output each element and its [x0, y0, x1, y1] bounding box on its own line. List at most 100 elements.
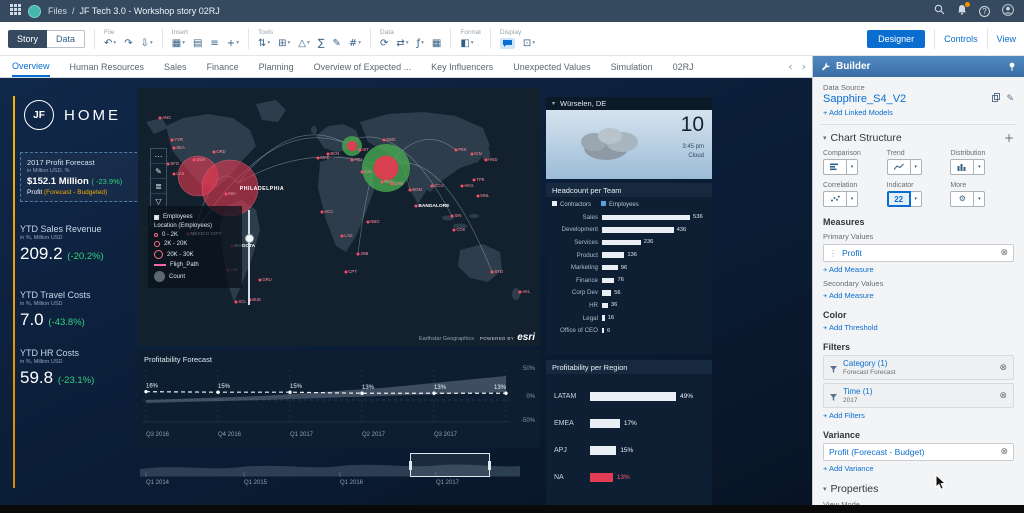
city-marker[interactable]: [431, 185, 434, 188]
histogram-icon[interactable]: [950, 159, 974, 175]
city-marker[interactable]: [359, 149, 362, 152]
chart-type-correlation[interactable]: Correlation ▾: [823, 182, 887, 207]
tab-scroll-left-icon[interactable]: ‹: [788, 61, 792, 72]
shapes-icon[interactable]: △▾: [298, 38, 309, 49]
tab-finance[interactable]: Finance: [207, 57, 239, 76]
kpi-travel-costs[interactable]: YTD Travel Costs in %, Million USD 7.0 (…: [20, 290, 140, 330]
chart-type-comparison[interactable]: Comparison ▾: [823, 150, 887, 175]
insert-text-icon[interactable]: ≡: [210, 38, 218, 49]
city-marker[interactable]: [225, 193, 228, 196]
map-edit-icon[interactable]: ✎: [151, 164, 166, 179]
help-icon[interactable]: ?: [979, 6, 990, 17]
kpi-hr-costs[interactable]: YTD HR Costs in %, Million USD 59.8 (-23…: [20, 348, 140, 388]
city-marker[interactable]: [409, 189, 412, 192]
city-marker[interactable]: [351, 159, 354, 162]
tab-overview[interactable]: Overview: [12, 56, 50, 77]
filter-token-time[interactable]: Time (1) 2017 ⊗: [823, 383, 1014, 408]
line-chart-icon[interactable]: [887, 159, 911, 175]
city-marker[interactable]: [391, 183, 394, 186]
map-more-icon[interactable]: ⋯: [151, 149, 166, 164]
city-marker[interactable]: [321, 211, 324, 214]
legend-checkbox[interactable]: [154, 215, 159, 220]
tab-scroll-right-icon[interactable]: ›: [802, 61, 806, 72]
filter-token-category[interactable]: Category (1) Forecast Forecast ⊗: [823, 355, 1014, 380]
pin-icon[interactable]: [1008, 59, 1016, 75]
chart-structure-section[interactable]: ▾ Chart Structure +: [823, 132, 1014, 144]
dropdown-icon[interactable]: ▾: [974, 191, 985, 207]
city-marker[interactable]: [455, 149, 458, 152]
city-marker[interactable]: [357, 253, 360, 256]
designer-button[interactable]: Designer: [867, 30, 925, 48]
chart-type-more[interactable]: More ⚙▾: [950, 182, 1014, 207]
city-marker[interactable]: [171, 139, 174, 142]
collapse-caret-icon[interactable]: ▾: [823, 134, 827, 142]
remove-icon[interactable]: ⊗: [1000, 447, 1008, 457]
story-tab-button[interactable]: Story: [8, 30, 47, 48]
data-tab-button[interactable]: Data: [47, 30, 85, 48]
insert-table-icon[interactable]: ▤: [193, 38, 202, 49]
tab-sales[interactable]: Sales: [164, 57, 187, 76]
add-measure-link[interactable]: + Add Measure: [823, 265, 1014, 274]
tab-unexpected-values[interactable]: Unexpected Values: [513, 57, 590, 76]
city-marker[interactable]: [173, 173, 176, 176]
bubble-size-slider[interactable]: [244, 210, 254, 305]
function-icon[interactable]: ƒ▾: [417, 38, 424, 49]
collapse-caret-icon[interactable]: ▾: [823, 485, 827, 493]
profitability-forecast-chart[interactable]: Profitability Forecast 16%15%15%13%13%13…: [138, 350, 540, 448]
undo-icon[interactable]: ↶▾: [104, 38, 116, 49]
city-marker[interactable]: [453, 229, 456, 232]
headcount-chart[interactable]: Headcount per Team Contractors Employees…: [546, 183, 712, 354]
city-marker[interactable]: [235, 301, 238, 304]
variance-token[interactable]: Profit (Forecast - Budget) ⊗: [823, 443, 1014, 461]
city-marker[interactable]: [367, 221, 370, 224]
city-marker[interactable]: [471, 153, 474, 156]
city-marker[interactable]: [461, 185, 464, 188]
city-marker[interactable]: [383, 139, 386, 142]
redo-icon[interactable]: ↷: [124, 38, 132, 49]
tab-key-influencers[interactable]: Key Influencers: [431, 57, 493, 76]
comment-bubble-icon[interactable]: [500, 38, 515, 49]
scatter-chart-icon[interactable]: [823, 191, 847, 207]
grid-layout-icon[interactable]: ⊞▾: [278, 38, 290, 49]
chart-type-distribution[interactable]: Distribution ▾: [950, 150, 1014, 175]
tab-simulation[interactable]: Simulation: [611, 57, 653, 76]
view-button[interactable]: View: [997, 34, 1016, 44]
remove-icon[interactable]: ⊗: [999, 391, 1007, 401]
dropdown-icon[interactable]: ▾: [847, 159, 858, 175]
add-filters-link[interactable]: + Add Filters: [823, 411, 1014, 420]
hierarchy-icon[interactable]: #▾: [349, 38, 361, 49]
format-paint-icon[interactable]: ◧▾: [460, 38, 473, 49]
tab-overview-of-expected-[interactable]: Overview of Expected ...: [314, 57, 412, 76]
refresh-icon[interactable]: ⟳: [380, 38, 388, 49]
present-mode-icon[interactable]: ⊡▾: [523, 38, 535, 49]
export-icon[interactable]: ⇩▾: [141, 38, 153, 49]
city-marker[interactable]: [381, 181, 384, 184]
dropdown-icon[interactable]: ▾: [911, 159, 922, 175]
insert-add-icon[interactable]: +▾: [227, 38, 239, 49]
city-marker[interactable]: [451, 215, 454, 218]
measure-token-profit[interactable]: ⋮ Profit ⊗: [823, 244, 1014, 262]
city-marker[interactable]: [491, 271, 494, 274]
city-marker[interactable]: [473, 179, 476, 182]
city-marker[interactable]: [173, 147, 176, 150]
city-marker[interactable]: [317, 157, 320, 160]
profitability-region-chart[interactable]: Profitability per Region LATAM49%EMEA17%…: [546, 360, 712, 505]
properties-section[interactable]: ▾ Properties: [823, 483, 1014, 495]
time-range-slider[interactable]: Q1 2014Q1 2015Q1 2016Q1 2017: [138, 452, 540, 496]
kpi-sales-revenue[interactable]: YTD Sales Revenue in %, Million USD 209.…: [20, 224, 140, 264]
add-chart-icon[interactable]: +: [1004, 132, 1014, 144]
app-grid-icon[interactable]: [10, 4, 21, 18]
add-variance-link[interactable]: + Add Variance: [823, 464, 1014, 473]
city-marker[interactable]: [327, 153, 330, 156]
chart-type-indicator[interactable]: Indicator 22▾: [887, 182, 951, 207]
insert-chart-icon[interactable]: ▦▾: [172, 38, 185, 49]
dropdown-icon[interactable]: ▾: [974, 159, 985, 175]
city-marker[interactable]: [341, 235, 344, 238]
tab-02rj[interactable]: 02RJ: [673, 57, 694, 76]
breadcrumb-files[interactable]: Files: [48, 6, 67, 16]
controls-button[interactable]: Controls: [944, 34, 978, 44]
chart-type-trend[interactable]: Trend ▾: [887, 150, 951, 175]
gear-icon[interactable]: ⚙: [950, 191, 974, 207]
tab-planning[interactable]: Planning: [259, 57, 294, 76]
notifications-bell-icon[interactable]: [957, 4, 967, 18]
